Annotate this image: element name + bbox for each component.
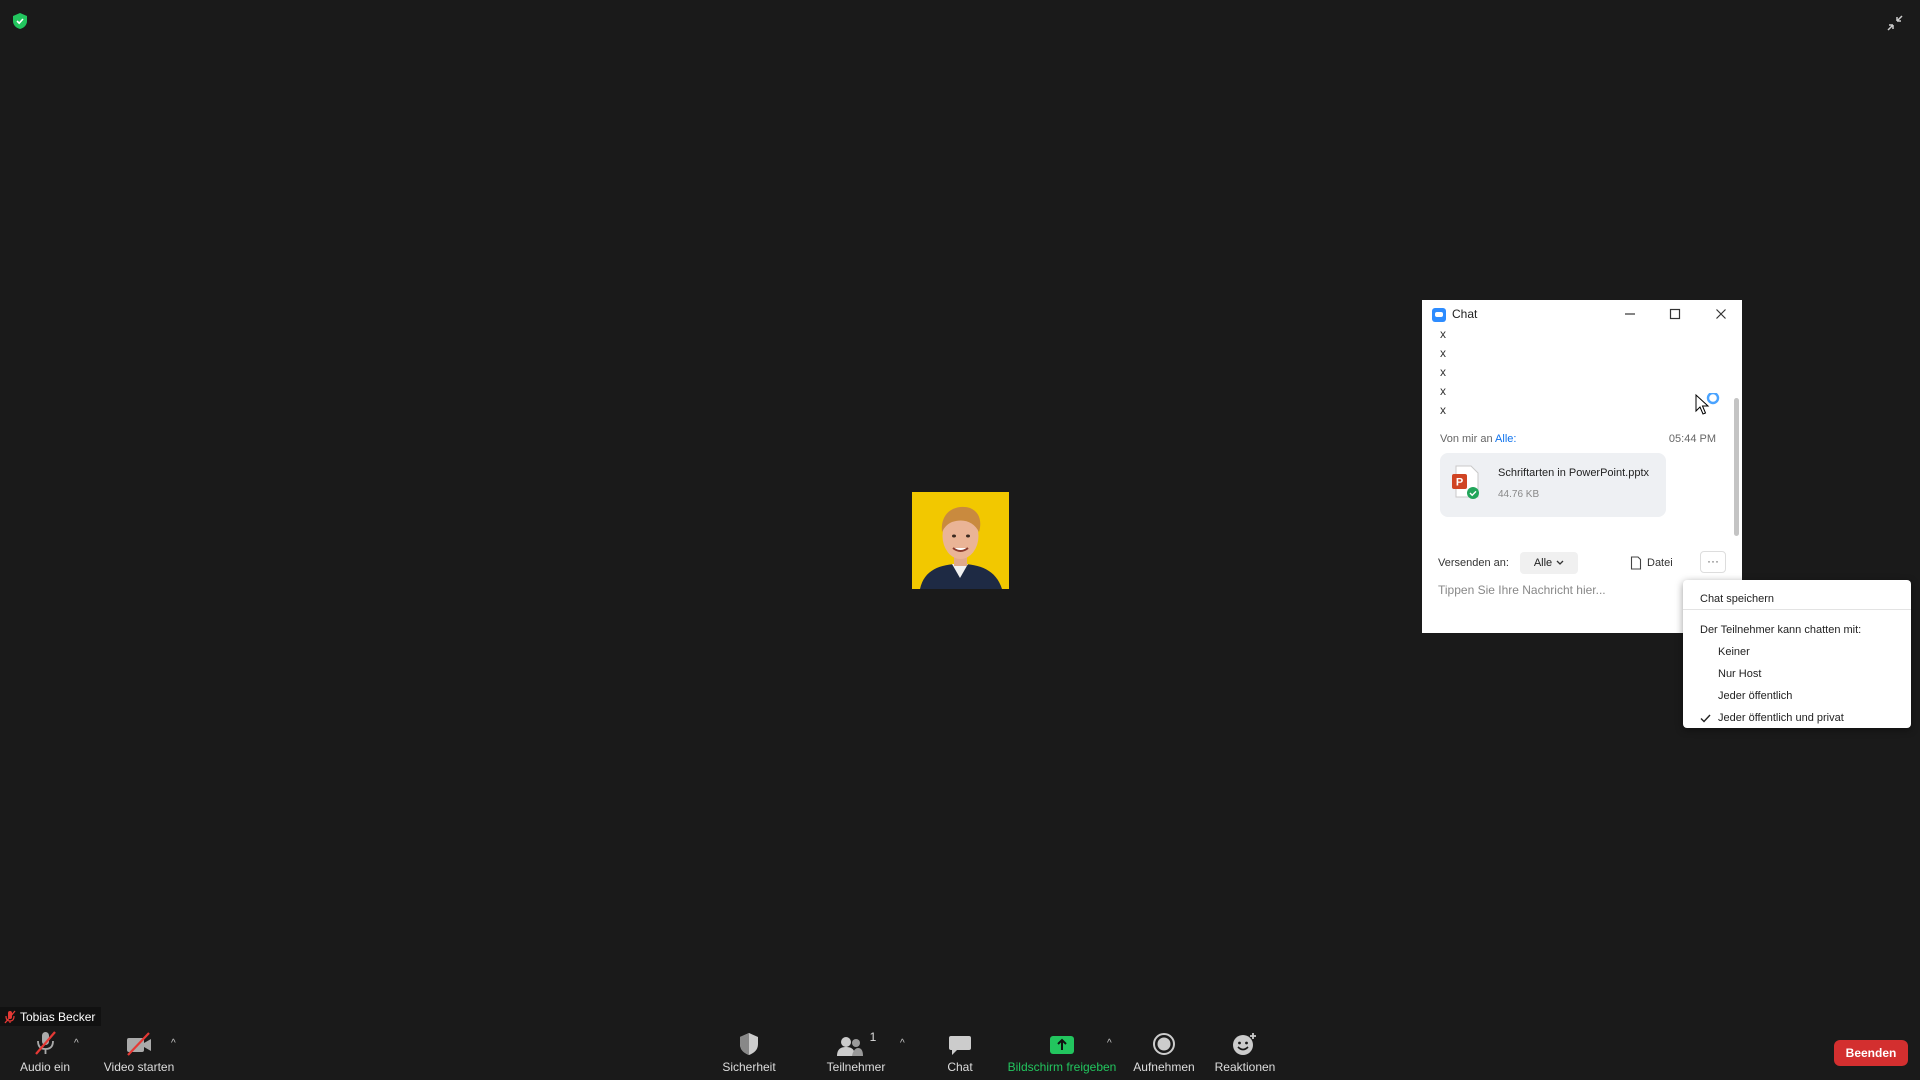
audio-button[interactable]: Audio ein bbox=[16, 1030, 74, 1074]
maximize-icon bbox=[1669, 308, 1681, 320]
record-button-label: Aufnehmen bbox=[1133, 1060, 1195, 1074]
participants-button[interactable]: 1 Teilnehmer bbox=[820, 1030, 892, 1074]
chat-message: x bbox=[1440, 346, 1446, 360]
file-attachment[interactable]: P Schriftarten in PowerPoint.pptx 44.76 … bbox=[1440, 453, 1666, 517]
participant-avatar bbox=[912, 492, 1009, 589]
security-button[interactable]: Sicherheit bbox=[718, 1030, 780, 1074]
svg-text:P: P bbox=[1456, 477, 1463, 489]
video-button[interactable]: Video starten bbox=[102, 1030, 176, 1074]
share-screen-button-label: Bildschirm freigeben bbox=[1007, 1060, 1117, 1074]
checkmark-icon bbox=[1700, 714, 1711, 723]
audio-options-caret[interactable]: ^ bbox=[74, 1038, 79, 1049]
maximize-button[interactable] bbox=[1665, 304, 1685, 324]
chat-bubble-icon bbox=[949, 1036, 971, 1055]
share-screen-button[interactable]: Bildschirm freigeben bbox=[1004, 1030, 1120, 1074]
participant-name: Tobias Becker bbox=[20, 1009, 96, 1024]
participant-photo bbox=[920, 506, 1002, 589]
menu-divider bbox=[1683, 609, 1911, 610]
record-button[interactable]: Aufnehmen bbox=[1130, 1030, 1198, 1074]
chat-button-label: Chat bbox=[947, 1060, 973, 1074]
reactions-emoji-icon bbox=[1233, 1033, 1256, 1055]
chevron-down-icon bbox=[1556, 560, 1564, 565]
share-options-caret[interactable]: ^ bbox=[1107, 1038, 1112, 1049]
participants-button-label: Teilnehmer bbox=[826, 1060, 886, 1074]
participant-name-tag: Tobias Becker bbox=[0, 1007, 102, 1026]
chat-window-title: Chat bbox=[1452, 307, 1478, 321]
minimize-button[interactable] bbox=[1620, 304, 1640, 324]
shield-icon bbox=[740, 1033, 758, 1055]
reactions-button-label: Reaktionen bbox=[1214, 1060, 1276, 1074]
security-button-label: Sicherheit bbox=[722, 1060, 776, 1074]
chat-titlebar[interactable]: Chat bbox=[1422, 300, 1742, 328]
close-button[interactable] bbox=[1711, 304, 1731, 324]
reactions-button[interactable]: Reaktionen bbox=[1212, 1030, 1278, 1074]
participants-count: 1 bbox=[869, 1030, 877, 1044]
chat-scrollbar[interactable] bbox=[1734, 398, 1739, 536]
menu-save-chat[interactable]: Chat speichern bbox=[1700, 593, 1774, 605]
record-icon bbox=[1153, 1033, 1175, 1055]
menu-option-public-private[interactable]: Jeder öffentlich und privat bbox=[1718, 712, 1844, 724]
send-to-label: Versenden an: bbox=[1438, 557, 1509, 569]
file-icon bbox=[1630, 556, 1642, 570]
message-timestamp: 05:44 PM bbox=[1668, 433, 1716, 445]
file-name: Schriftarten in PowerPoint.pptx bbox=[1498, 467, 1650, 479]
audio-button-label: Audio ein bbox=[19, 1060, 71, 1074]
participants-icon bbox=[836, 1037, 863, 1056]
chat-message: x bbox=[1440, 365, 1446, 379]
participants-options-caret[interactable]: ^ bbox=[900, 1038, 905, 1049]
end-meeting-button[interactable]: Beenden bbox=[1834, 1040, 1908, 1066]
muted-mic-icon bbox=[4, 1010, 16, 1023]
menu-heading: Der Teilnehmer kann chatten mit: bbox=[1700, 624, 1862, 636]
share-screen-icon bbox=[1050, 1036, 1074, 1054]
powerpoint-file-icon: P bbox=[1452, 465, 1479, 499]
more-options-button[interactable]: ··· bbox=[1700, 551, 1726, 573]
chat-message: x bbox=[1440, 327, 1446, 341]
chat-options-menu: Chat speichern Der Teilnehmer kann chatt… bbox=[1683, 580, 1911, 728]
menu-option-none[interactable]: Keiner bbox=[1718, 646, 1750, 658]
video-button-label: Video starten bbox=[103, 1060, 175, 1074]
mouse-cursor-icon bbox=[1695, 393, 1720, 415]
chat-message-input[interactable] bbox=[1438, 583, 1688, 597]
menu-option-host-only[interactable]: Nur Host bbox=[1718, 668, 1761, 680]
video-options-caret[interactable]: ^ bbox=[171, 1038, 176, 1049]
file-size: 44.76 KB bbox=[1498, 489, 1540, 500]
muted-microphone-icon bbox=[35, 1031, 56, 1055]
chat-button[interactable]: Chat bbox=[940, 1030, 980, 1074]
recipient-link[interactable]: Alle: bbox=[1495, 433, 1516, 445]
security-shield-icon[interactable] bbox=[12, 12, 28, 30]
recipient-value: Alle bbox=[1533, 557, 1553, 569]
minimize-icon bbox=[1625, 313, 1635, 315]
recipient-select[interactable]: Alle bbox=[1520, 552, 1578, 574]
video-off-icon bbox=[127, 1032, 151, 1056]
chat-message: x bbox=[1440, 384, 1446, 398]
chat-app-icon bbox=[1432, 308, 1446, 322]
menu-option-public[interactable]: Jeder öffentlich bbox=[1718, 690, 1792, 702]
chat-message: x bbox=[1440, 403, 1446, 417]
file-button-label: Datei bbox=[1647, 557, 1673, 569]
file-button[interactable]: Datei bbox=[1630, 553, 1673, 573]
exit-fullscreen-icon[interactable] bbox=[1886, 14, 1904, 32]
sender-prefix: Von mir an bbox=[1440, 433, 1493, 445]
message-sender-line: Von mir an Alle: bbox=[1440, 433, 1516, 445]
close-icon bbox=[1716, 309, 1726, 319]
